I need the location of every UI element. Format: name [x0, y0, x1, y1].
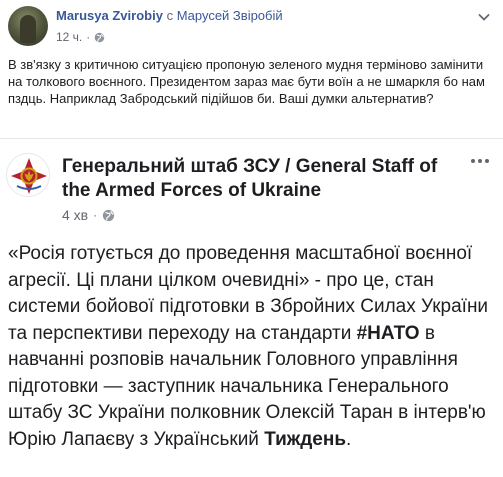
more-options-icon[interactable]	[471, 159, 489, 163]
shared-text-part-3: .	[346, 428, 352, 450]
shared-time[interactable]: 4 хв	[62, 207, 88, 223]
tagged-name[interactable]: Марусей Звіробій	[177, 8, 283, 23]
globe-icon[interactable]	[94, 32, 105, 43]
post-text: В зв'язку з критичною ситуацією пропоную…	[8, 57, 485, 106]
separator-dot: ·	[93, 208, 98, 222]
author-line: Marusya Zvirobiy с Марусей Звіробій	[56, 8, 283, 23]
shared-post-text: «Росія готується до проведення масштабно…	[8, 241, 500, 453]
separator-dot: ·	[86, 30, 91, 44]
post-time[interactable]: 12 ч.	[56, 30, 82, 44]
hashtag-nato[interactable]: #НАТО	[357, 323, 420, 344]
post-header: Marusya Zvirobiy с Марусей Звіробій 12 ч…	[0, 0, 503, 50]
author-name[interactable]: Marusya Zvirobiy	[56, 8, 163, 23]
publication-name: Тиждень	[264, 428, 347, 450]
emblem-icon	[11, 158, 47, 194]
post-meta: 12 ч. ·	[56, 30, 105, 44]
general-staff-emblem[interactable]	[6, 153, 50, 197]
globe-icon[interactable]	[102, 209, 115, 222]
chevron-down-icon[interactable]	[477, 10, 491, 24]
with-prefix: с	[166, 8, 174, 23]
shared-meta: 4 хв ·	[62, 207, 115, 223]
shared-post: Генеральний штаб ЗСУ / General Staff of …	[0, 138, 503, 477]
author-avatar[interactable]	[8, 6, 48, 46]
shared-page-name[interactable]: Генеральний штаб ЗСУ / General Staff of …	[62, 155, 442, 203]
